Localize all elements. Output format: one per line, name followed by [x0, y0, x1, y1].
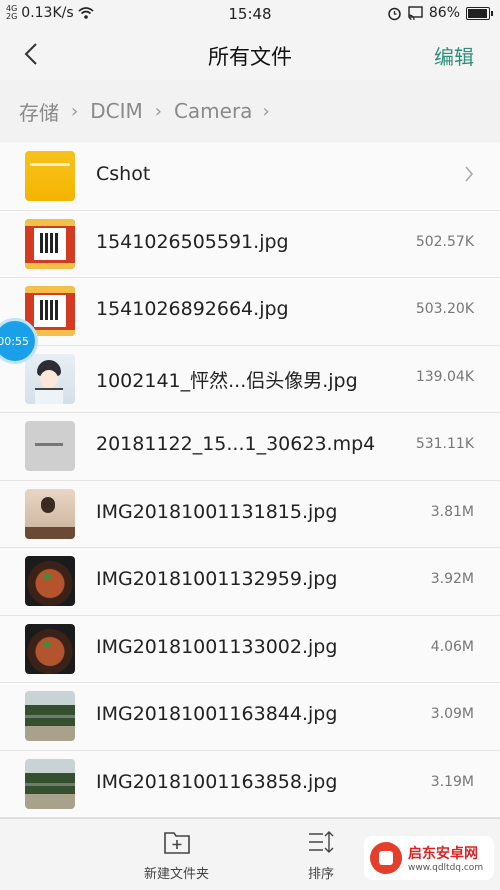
- alarm-icon: [388, 7, 401, 20]
- sort-label: 排序: [307, 867, 334, 882]
- file-name: 20181122_15...1_30623.mp4: [96, 433, 376, 455]
- avatar-image-thumbnail: [25, 353, 75, 404]
- sort-button[interactable]: 排序: [306, 829, 336, 882]
- chevron-right-icon: ›: [71, 100, 79, 122]
- qr-code-image-thumbnail: [25, 218, 75, 269]
- file-row[interactable]: IMG20181001131815.jpg 3.81M: [0, 480, 500, 548]
- chevron-right-icon: ›: [262, 100, 270, 122]
- cast-icon: [408, 6, 423, 20]
- watermark-logo: 启东安卓网 www.qdltdq.com: [364, 836, 494, 880]
- file-size: 3.19M: [430, 773, 474, 790]
- battery-percent: 86%: [428, 5, 460, 21]
- file-size: 4.06M: [430, 638, 474, 655]
- file-row[interactable]: IMG20181001133002.jpg 4.06M: [0, 615, 500, 683]
- file-size: 531.11K: [415, 436, 474, 452]
- file-size: 139.04K: [415, 368, 474, 385]
- page-title: 所有文件: [208, 45, 292, 69]
- file-row[interactable]: 1541026505591.jpg 502.57K: [0, 210, 500, 278]
- file-name: IMG20181001132959.jpg: [96, 568, 338, 590]
- breadcrumb: 存储 › DCIM › Camera ›: [0, 80, 500, 142]
- video-thumbnail: [25, 421, 75, 471]
- new-folder-icon: [163, 832, 190, 854]
- file-row[interactable]: IMG20181001163844.jpg 3.09M: [0, 683, 500, 751]
- file-name: 1541026892664.jpg: [96, 298, 289, 320]
- file-name: 1002141_怦然...侣头像男.jpg: [96, 369, 358, 392]
- photo-thumbnail: [25, 691, 75, 741]
- chevron-right-icon: [465, 166, 474, 182]
- file-size: 3.92M: [430, 571, 474, 587]
- file-size: 502.57K: [415, 233, 474, 250]
- watermark-title: 启东安卓网: [408, 846, 478, 862]
- photo-thumbnail: [25, 488, 75, 539]
- battery-icon: [466, 6, 493, 20]
- file-size: 3.81M: [430, 503, 474, 520]
- edit-button[interactable]: 编辑: [434, 41, 474, 70]
- file-name: IMG20181001133002.jpg: [96, 635, 338, 658]
- new-folder-label: 新建文件夹: [144, 867, 210, 882]
- sort-icon: [309, 831, 334, 853]
- photo-thumbnail: [25, 758, 75, 809]
- folder-row-cshot[interactable]: Cshot: [0, 143, 500, 211]
- file-name: Cshot: [96, 163, 151, 185]
- breadcrumb-storage[interactable]: 存储: [19, 97, 59, 126]
- file-row[interactable]: IMG20181001163858.jpg 3.19M: [0, 750, 500, 818]
- new-folder-button[interactable]: 新建文件夹: [144, 829, 209, 882]
- timer-label: 00:55: [0, 334, 29, 348]
- brand-logo-icon: [370, 842, 402, 874]
- breadcrumb-camera[interactable]: Camera: [174, 99, 253, 123]
- file-size: 503.20K: [415, 301, 474, 317]
- file-row[interactable]: 1002141_怦然...侣头像男.jpg 139.04K: [0, 345, 500, 413]
- chevron-right-icon: ›: [154, 100, 162, 122]
- file-row[interactable]: IMG20181001132959.jpg 3.92M: [0, 548, 500, 616]
- file-name: IMG20181001163858.jpg: [96, 770, 338, 793]
- file-name: IMG20181001131815.jpg: [96, 500, 338, 523]
- photo-thumbnail: [25, 556, 75, 606]
- file-name: 1541026505591.jpg: [96, 230, 289, 253]
- file-row[interactable]: 20181122_15...1_30623.mp4 531.11K: [0, 413, 500, 481]
- file-size: 3.09M: [430, 706, 474, 722]
- title-bar: 所有文件 编辑: [0, 28, 500, 80]
- photo-thumbnail: [25, 623, 75, 674]
- file-row[interactable]: 1541026892664.jpg 503.20K: [0, 278, 500, 346]
- status-bar: 4G 2G 0.13K/s 15:48 86%: [0, 0, 500, 28]
- folder-icon: [25, 151, 75, 201]
- file-list: Cshot 1541026505591.jpg 502.57K 15410268…: [0, 143, 500, 818]
- watermark-url: www.qdltdq.com: [408, 863, 484, 873]
- file-name: IMG20181001163844.jpg: [96, 703, 338, 725]
- breadcrumb-dcim[interactable]: DCIM: [90, 99, 143, 123]
